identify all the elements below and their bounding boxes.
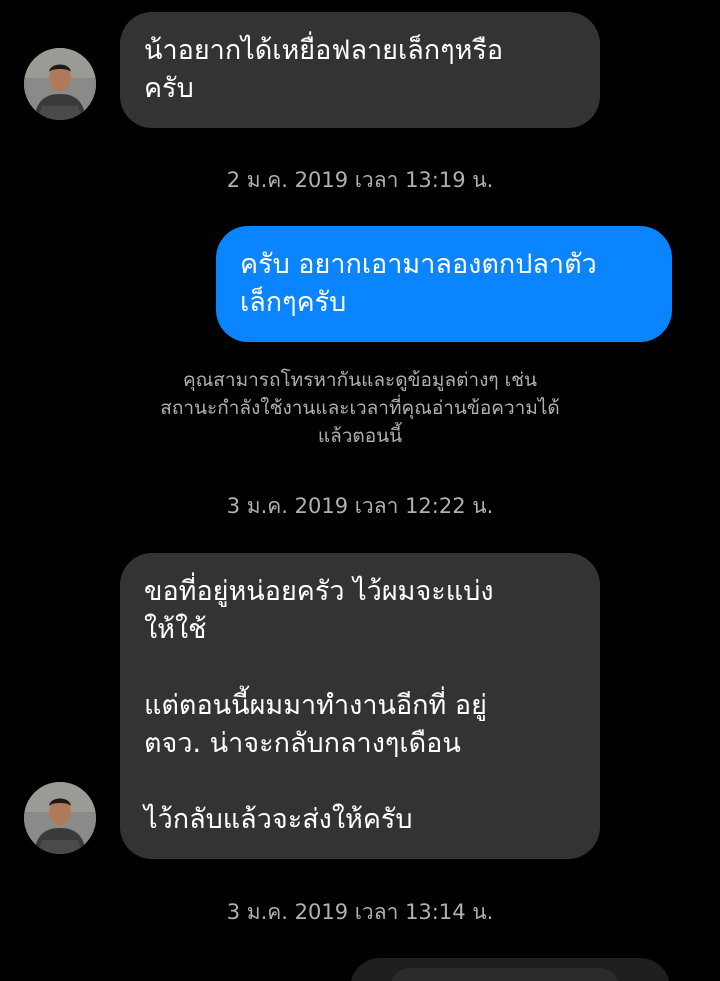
avatar-photo xyxy=(24,48,96,120)
outgoing-message[interactable]: ครับ อยากเอามาลองตกปลาตัว เล็กๆครับ xyxy=(216,226,672,342)
incoming-message[interactable]: ขอที่อยู่หน่อยครัว ไว้ผมจะแบ่ง ให้ใช้ แต… xyxy=(120,553,600,859)
avatar-photo xyxy=(24,782,96,854)
contact-avatar[interactable] xyxy=(24,48,96,120)
media-thumbnail xyxy=(390,968,620,981)
message-text: ขอที่อยู่หน่อยครัว ไว้ผมจะแบ่ง ให้ใช้ แต… xyxy=(144,576,494,835)
incoming-message[interactable]: น้าอยากได้เหยื่อฟลายเล็กๆหรือ ครับ xyxy=(120,12,600,128)
system-notice: คุณสามารถโทรหากันและดูข้อมูลต่างๆ เช่น ส… xyxy=(160,369,560,447)
outgoing-media-message[interactable] xyxy=(350,958,670,981)
contact-avatar[interactable] xyxy=(24,782,96,854)
timestamp: 3 ม.ค. 2019 เวลา 13:14 น. xyxy=(226,900,494,924)
timestamp: 2 ม.ค. 2019 เวลา 13:19 น. xyxy=(226,168,494,192)
message-text: ครับ อยากเอามาลองตกปลาตัว เล็กๆครับ xyxy=(240,249,597,318)
message-text: น้าอยากได้เหยื่อฟลายเล็กๆหรือ ครับ xyxy=(144,35,504,104)
timestamp: 3 ม.ค. 2019 เวลา 12:22 น. xyxy=(226,494,494,518)
